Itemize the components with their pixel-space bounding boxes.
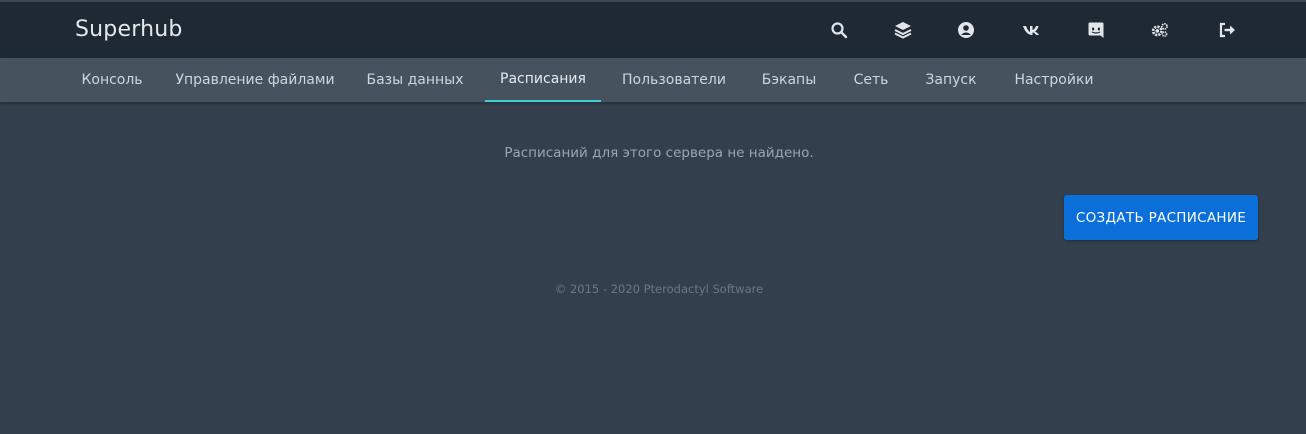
layers-icon[interactable] <box>893 20 913 40</box>
brand-logo[interactable]: Superhub <box>75 17 183 42</box>
account-icon[interactable] <box>956 20 976 40</box>
discord-icon[interactable] <box>1086 20 1106 40</box>
tab-databases[interactable]: Базы данных <box>356 58 474 102</box>
vk-icon[interactable] <box>1021 20 1041 40</box>
settings-icon[interactable] <box>1150 20 1170 40</box>
tab-schedules[interactable]: Расписания <box>485 58 601 102</box>
footer-copyright: © 2015 - 2020 Pterodactyl Software <box>554 282 764 296</box>
tab-settings[interactable]: Настройки <box>1002 58 1106 102</box>
server-nav: Консоль Управление файлами Базы данных Р… <box>0 58 1306 102</box>
logout-icon[interactable] <box>1217 20 1237 40</box>
create-schedule-button[interactable]: СОЗДАТЬ РАСПИСАНИЕ <box>1064 195 1258 240</box>
tab-users[interactable]: Пользователи <box>612 58 736 102</box>
tab-backups[interactable]: Бэкапы <box>748 58 830 102</box>
empty-schedules-message: Расписаний для этого сервера не найдено. <box>504 145 814 161</box>
tab-startup[interactable]: Запуск <box>912 58 990 102</box>
search-icon[interactable] <box>829 20 849 40</box>
tab-file-manager[interactable]: Управление файлами <box>166 58 344 102</box>
tab-network[interactable]: Сеть <box>841 58 901 102</box>
tab-console[interactable]: Консоль <box>70 58 154 102</box>
top-bar: Superhub <box>0 0 1306 58</box>
